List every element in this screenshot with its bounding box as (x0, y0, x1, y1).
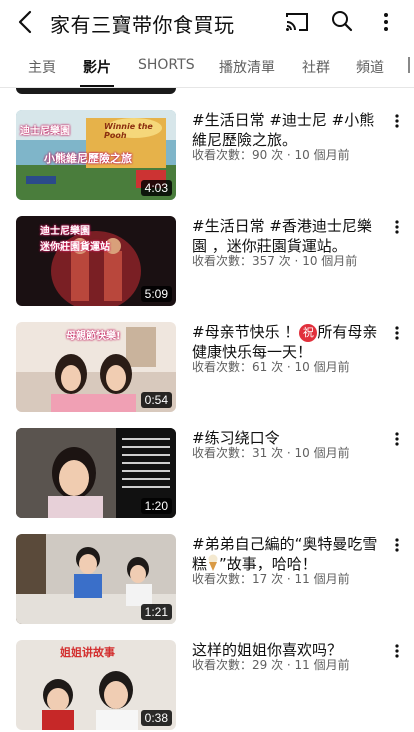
thumbnail-sign: Winnie the Pooh (104, 122, 153, 140)
tab-videos[interactable]: 影片 (83, 57, 111, 77)
more-vertical-icon (395, 114, 399, 128)
thumbnail-subcaption: 小熊維尼歷險之旅 (44, 152, 132, 165)
video-thumbnail[interactable]: 迪士尼樂園 Winnie the Pooh 小熊維尼歷險之旅 4:03 (16, 110, 176, 200)
more-vertical-icon (395, 432, 399, 446)
video-title[interactable]: #生活日常 #香港迪士尼樂園 ，迷你莊園貨運站。 (192, 216, 378, 256)
more-options-button[interactable] (376, 9, 396, 35)
video-meta: 收看次數：29 次 · 11 個月前 (192, 656, 350, 673)
video-more-button[interactable] (390, 642, 404, 660)
cast-button[interactable] (284, 10, 310, 34)
thumbnail-caption: 姐姐讲故事 (60, 646, 115, 659)
video-item[interactable]: 母親節快樂! 0:54 #母亲节快乐 ！祝所有母亲健康快乐每一天！ 收看次數：6… (0, 322, 414, 416)
channel-tabs: 主頁 影片 SHORTS 播放清單 社群 頻道 (0, 44, 414, 88)
video-more-button[interactable] (390, 430, 404, 448)
upload-age: 10 個月前 (294, 446, 350, 460)
more-vertical-icon (395, 326, 399, 340)
video-duration: 1:20 (140, 498, 172, 514)
video-title-part: #母亲节快乐 ！ (192, 323, 300, 341)
meta-separator: · (283, 446, 295, 460)
upload-age: 10 個月前 (302, 254, 358, 268)
view-count: 收看次數：90 次 (192, 148, 284, 162)
chevron-left-icon (18, 10, 32, 34)
video-meta: 收看次數：90 次 · 10 個月前 (192, 146, 350, 163)
search-icon (332, 11, 353, 32)
video-meta: 收看次數：17 次 · 11 個月前 (192, 570, 350, 587)
video-thumbnail[interactable]: 迪士尼樂園 迷你莊園貨運站 5:09 (16, 216, 176, 306)
congrats-emoji-icon: 祝 (299, 324, 318, 342)
video-thumbnail[interactable]: 姐姐讲故事 0:38 (16, 640, 176, 730)
previous-video-thumbnail-edge[interactable] (16, 88, 176, 94)
video-more-button[interactable] (390, 536, 404, 554)
upload-age: 11 個月前 (294, 658, 350, 672)
video-duration: 4:03 (140, 180, 172, 196)
meta-separator: · (283, 572, 295, 586)
tab-next-partial[interactable] (408, 57, 414, 73)
video-thumbnail[interactable]: 1:20 (16, 428, 176, 518)
video-thumbnail[interactable]: 1:21 (16, 534, 176, 624)
more-vertical-icon (384, 13, 388, 31)
back-button[interactable] (12, 8, 38, 36)
channel-title: 家有三寶带你食買玩 (50, 13, 235, 37)
video-duration: 1:21 (140, 604, 172, 620)
more-vertical-icon (395, 538, 399, 552)
tab-playlists[interactable]: 播放清單 (219, 57, 275, 77)
tab-home[interactable]: 主頁 (28, 57, 56, 77)
thumbnail-caption: 迪士尼樂園 (20, 126, 70, 137)
meta-separator: · (283, 360, 295, 374)
video-thumbnail[interactable]: 母親節快樂! 0:54 (16, 322, 176, 412)
cast-icon (286, 13, 308, 31)
search-button[interactable] (330, 9, 354, 33)
more-vertical-icon (395, 220, 399, 234)
thumbnail-subcaption: 迷你莊園貨運站 (40, 242, 110, 253)
video-title[interactable]: #生活日常 #迪士尼 #小熊維尼歷險之旅。 (192, 110, 378, 150)
meta-separator: · (283, 148, 295, 162)
video-item[interactable]: 迪士尼樂園 Winnie the Pooh 小熊維尼歷險之旅 4:03 #生活日… (0, 110, 414, 204)
view-count: 收看次數：17 次 (192, 572, 284, 586)
video-duration: 5:09 (140, 286, 172, 302)
app-header: 家有三寶带你食買玩 (0, 0, 414, 44)
upload-age: 10 個月前 (294, 148, 350, 162)
view-count: 收看次數：61 次 (192, 360, 284, 374)
video-more-button[interactable] (390, 324, 404, 342)
view-count: 收看次數：31 次 (192, 446, 284, 460)
active-tab-indicator (80, 85, 114, 87)
upload-age: 10 個月前 (294, 360, 350, 374)
view-count: 收看次數：29 次 (192, 658, 284, 672)
video-item[interactable]: 姐姐讲故事 0:38 这样的姐姐你喜欢吗？ 收看次數：29 次 · 11 個月前 (0, 640, 414, 732)
video-meta: 收看次數：31 次 · 10 個月前 (192, 444, 350, 461)
video-more-button[interactable] (390, 112, 404, 130)
tab-community[interactable]: 社群 (302, 57, 330, 77)
more-vertical-icon (395, 644, 399, 658)
video-title[interactable]: #弟弟自己編的“奥特曼吃雪糕 ”故事，哈哈！ (192, 534, 378, 574)
thumbnail-caption: 迪士尼樂園 (40, 226, 90, 237)
video-title[interactable]: #母亲节快乐 ！祝所有母亲健康快乐每一天！ (192, 322, 378, 362)
meta-separator: · (290, 254, 303, 268)
meta-separator: · (283, 658, 295, 672)
tab-shorts[interactable]: SHORTS (138, 57, 195, 73)
video-item[interactable]: 1:20 #练习绕口令 收看次數：31 次 · 10 個月前 (0, 428, 414, 522)
video-meta: 收看次數：61 次 · 10 個月前 (192, 358, 350, 375)
video-duration: 0:38 (140, 710, 172, 726)
video-meta: 收看次數：357 次 · 10 個月前 (192, 252, 357, 269)
video-duration: 0:54 (140, 392, 172, 408)
upload-age: 11 個月前 (294, 572, 350, 586)
video-item[interactable]: 迪士尼樂園 迷你莊園貨運站 5:09 #生活日常 #香港迪士尼樂園 ，迷你莊園貨… (0, 216, 414, 310)
tab-channels[interactable]: 頻道 (356, 57, 384, 77)
thumbnail-caption: 母親節快樂! (66, 331, 121, 342)
view-count: 收看次數：357 次 (192, 254, 291, 268)
video-item[interactable]: 1:21 #弟弟自己編的“奥特曼吃雪糕 ”故事，哈哈！ 收看次數：17 次 · 1… (0, 534, 414, 628)
video-more-button[interactable] (390, 218, 404, 236)
